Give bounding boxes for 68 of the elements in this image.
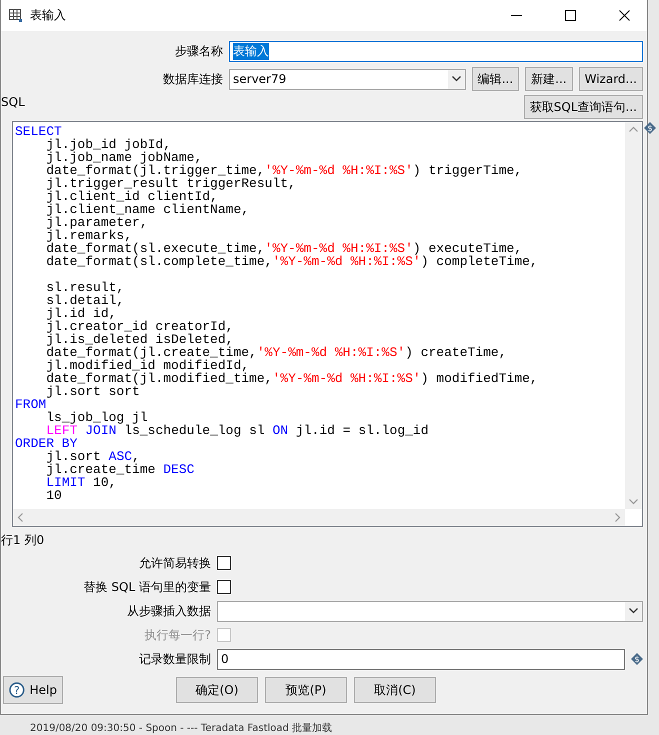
code-line: date_format(sl.complete_time,'%Y-%m-%d %H:%I:%S') completeTime, [45,255,539,268]
log-line: 2019/08/20 09:30:50 - Spoon - --- Teradata Fastload 批量加载 [29,722,334,735]
limit-field[interactable]: 0 [217,648,625,670]
code-line: jl.client_id clientId, [45,190,218,203]
code-line: jl.sort ASC, [45,450,140,463]
variable-icon: $ [644,122,656,134]
code-line: jl.creator_id creatorId, [45,320,234,333]
option-label: 替换 SQL 语句里的变量 [82,578,211,596]
code-line: jl.sort sort [46,385,140,398]
close-icon [618,10,630,21]
code-line: SELECT [15,125,62,138]
scroll-up-icon[interactable] [629,126,638,132]
code-line: jl.modified_id modifiedId, [45,359,250,372]
caret-icon [452,76,461,82]
step-name-field[interactable]: 表输入 [229,40,643,62]
cursor-position: 行1 列0 [1,532,46,549]
code-line: 10 [45,489,63,502]
option-label: 从步骤插入数据 [126,602,211,620]
code-line: LIMIT 10, [45,476,116,489]
dialog-button[interactable]: 取消(C) [354,677,436,703]
help-icon: ? [9,682,25,698]
field-label: 数据库连接 [162,70,223,88]
code-line: jl.remarks, [45,229,132,242]
vertical-scrollbar[interactable] [625,122,642,509]
variable-icon: $ [631,653,643,665]
maximize-icon [564,10,576,21]
code-line: sl.detail, [45,294,126,307]
code-line: date_format(jl.modified_time,'%Y-%m-%d %H:%I:%S') modifiedTime, [45,372,539,385]
dialog-button[interactable]: 预览(P) [265,677,347,703]
connection-button[interactable]: 新建... [525,67,573,91]
code-line: jl.id id, [45,307,116,320]
code-line: FROM [15,398,47,411]
code-line: ls_job_log jl [45,411,148,424]
code-line: LEFT JOIN ls_schedule_log sl ON jl.id = sl.log_id [45,424,430,437]
scroll-left-icon[interactable] [17,513,23,522]
checkbox[interactable] [217,556,231,570]
connection-dropdown[interactable]: server79 [229,68,466,90]
code-line: jl.client_name clientName, [45,203,250,216]
code-line: jl.job_name jobName, [45,151,202,164]
option-label: 执行每一行? [144,626,211,644]
horizontal-scrollbar[interactable] [13,509,625,526]
insert-data-dropdown[interactable] [217,600,643,622]
field-label: 步骤名称 [174,42,223,60]
window-title: 表输入 [30,7,67,24]
connection-button[interactable]: 编辑... [472,67,520,91]
code-line: ORDER BY [15,437,78,450]
table-icon [9,9,22,22]
code-line: sl.result, [45,281,126,294]
get-sql-button[interactable]: 获取SQL查询语句... [524,95,643,119]
code-line: date_format(jl.trigger_time,'%Y-%m-%d %H:%I:%S') triggerTime, [45,164,524,177]
scroll-down-icon[interactable] [629,499,638,505]
connection-button[interactable]: Wizard... [578,67,643,91]
option-label: 允许简易转换 [138,554,211,572]
code-line: date_format(sl.execute_time,'%Y-%m-%d %H:%I:%S') executeTime, [45,242,522,255]
checkbox[interactable] [217,580,231,594]
dialog-button[interactable]: 确定(O) [176,677,258,703]
scroll-right-icon[interactable] [615,513,621,522]
code-line: date_format(jl.create_time,'%Y-%m-%d %H:%I:%S') createTime, [45,346,508,359]
code-line: jl.is_deleted isDeleted, [45,333,234,346]
help-button[interactable]: ? Help [3,676,63,704]
sql-label: SQL [1,95,25,109]
minimize-icon [510,15,522,16]
code-line: jl.parameter, [45,216,148,229]
caret-icon [629,608,638,614]
code-line: jl.job_id jobId, [45,138,172,151]
option-label: 记录数量限制 [138,650,211,668]
code-line: jl.create_time DESC [45,463,196,476]
code-line: jl.trigger_result triggerResult, [45,177,297,190]
